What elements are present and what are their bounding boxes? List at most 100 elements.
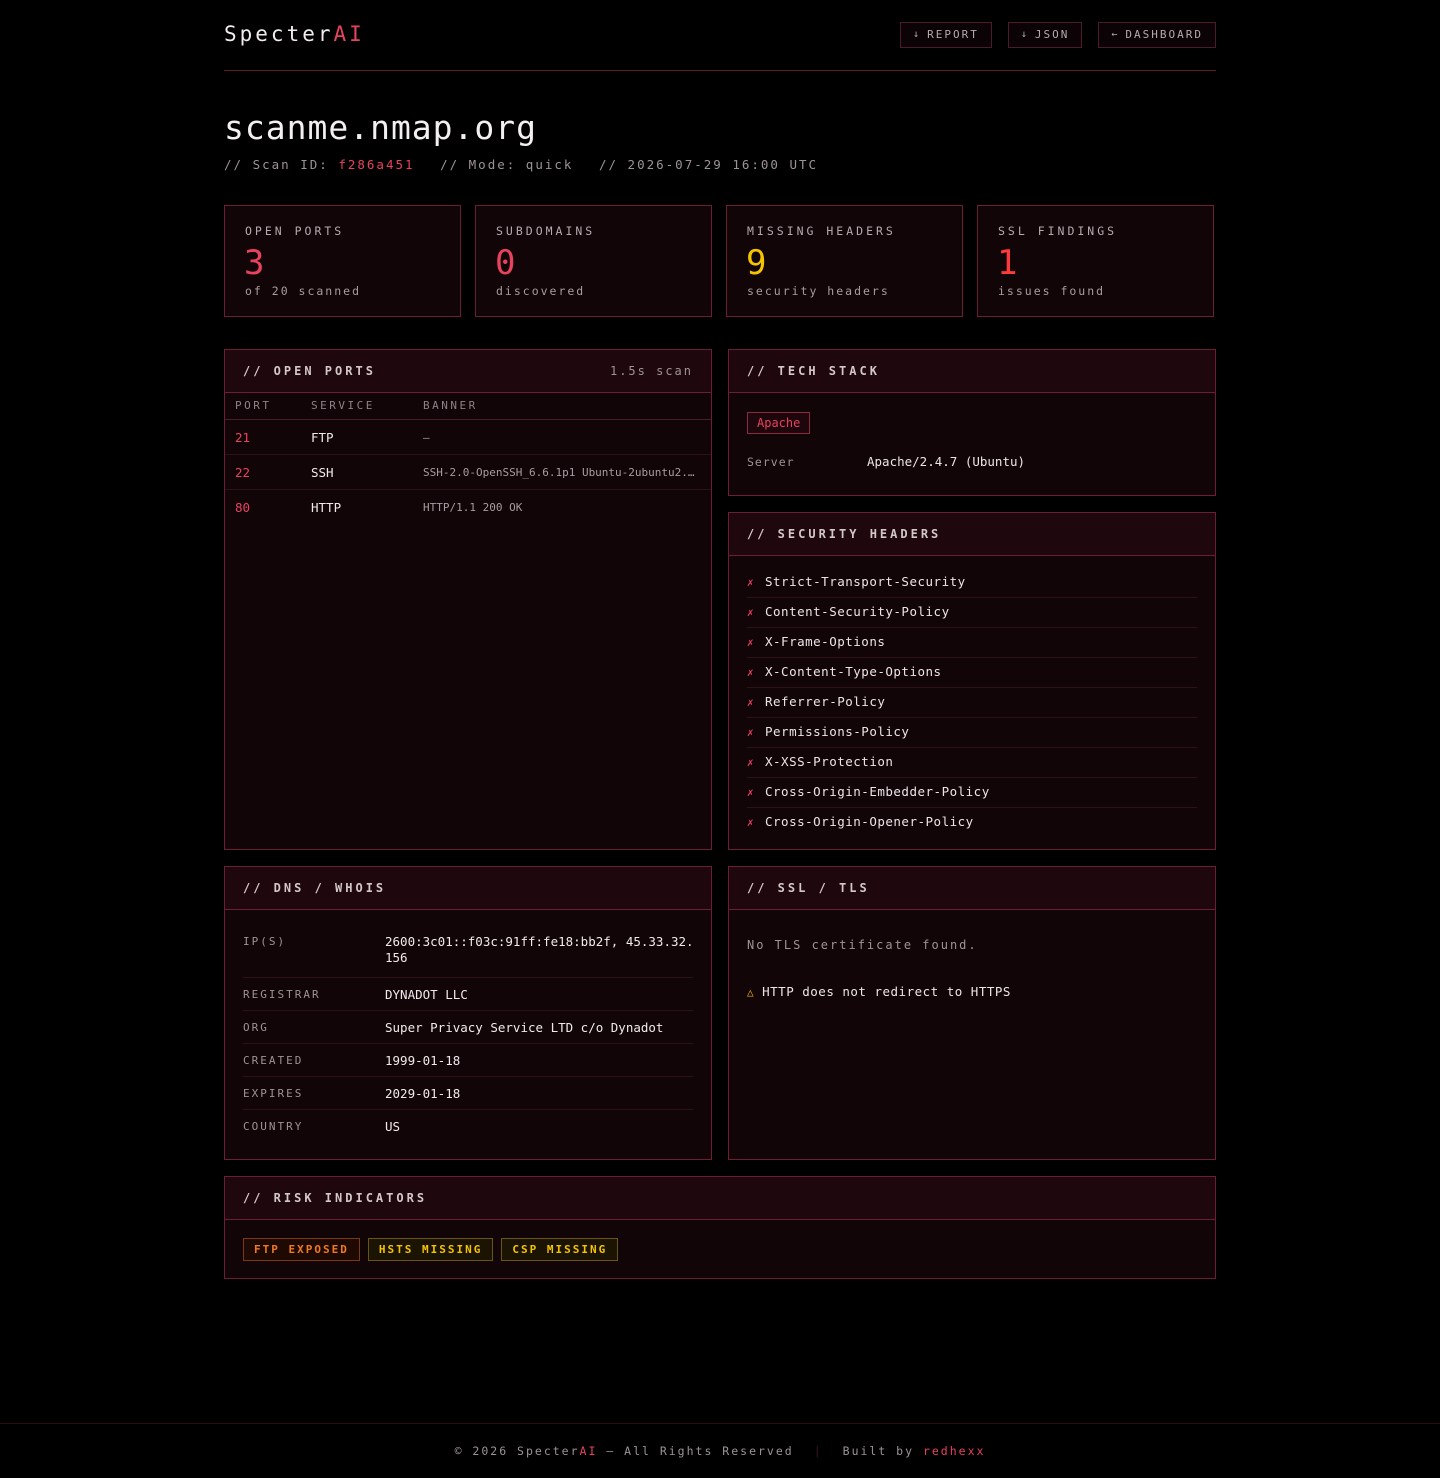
cross-icon: ✗ <box>747 696 754 709</box>
footer-accent: AI <box>579 1444 598 1458</box>
panel-header: // SECURITY HEADERS <box>729 513 1215 556</box>
port-banner: HTTP/1.1 200 OK <box>423 501 523 514</box>
ssl-warning-text: HTTP does not redirect to HTTPS <box>762 984 1011 999</box>
cross-icon: ✗ <box>747 666 754 679</box>
risk-indicators-panel: // RISK INDICATORS FTP EXPOSED HSTS MISS… <box>224 1176 1216 1279</box>
stat-subdomains: SUBDOMAINS 0 discovered <box>475 205 712 317</box>
list-item: ✗ X-Content-Type-Options <box>747 658 1197 688</box>
table-row[interactable]: 22 SSH SSH-2.0-OpenSSH_6.6.1p1 Ubuntu-2u… <box>225 455 711 490</box>
dns-row-created: CREATED 1999-01-18 <box>243 1044 693 1077</box>
dns-key: COUNTRY <box>243 1120 304 1133</box>
risk-badges: FTP EXPOSED HSTS MISSING CSP MISSING <box>243 1238 619 1261</box>
stat-label: SUBDOMAINS <box>496 224 596 238</box>
dns-row-ips: IP(S) 2600:3c01::f03c:91ff:fe18:bb2f, 45.… <box>243 922 694 978</box>
panel-title: // SSL / TLS <box>747 881 870 895</box>
panel-header: // SSL / TLS <box>729 867 1215 910</box>
port-service: SSH <box>311 465 334 480</box>
stat-value: 3 <box>244 243 265 283</box>
footer: © 2026 SpecterAI – All Rights Reserved | B… <box>0 1423 1440 1478</box>
dns-value: 1999-01-18 <box>385 1053 461 1068</box>
stat-ssl-findings: SSL FINDINGS 1 issues found <box>977 205 1214 317</box>
back-arrow-icon: ← <box>1111 29 1120 40</box>
missing-headers-list: ✗ Strict-Transport-Security ✗ Content-Secu… <box>747 568 1197 838</box>
dns-key: REGISTRAR <box>243 988 321 1001</box>
scan-id-label: // Scan ID: <box>224 157 329 172</box>
header-name: Content-Security-Policy <box>765 604 950 619</box>
dns-row-org: ORG Super Privacy Service LTD c/o Dynadot <box>243 1011 693 1044</box>
dns-value: DYNADOT LLC <box>385 987 468 1002</box>
json-button-label: JSON <box>1034 28 1070 41</box>
security-headers-panel: // SECURITY HEADERS ✗ Strict-Transport-Se… <box>728 512 1216 850</box>
column-service: SERVICE <box>311 399 375 412</box>
scan-meta: // Scan ID: f286a451 // Mode: quick // 2… <box>224 157 818 172</box>
port-banner: SSH-2.0-OpenSSH_6.6.1p1 Ubuntu-2ubuntu2.… <box>423 466 698 479</box>
panel-header: // TECH STACK <box>729 350 1215 393</box>
port-banner: – <box>423 431 430 444</box>
dns-key: ORG <box>243 1021 269 1034</box>
header-name: Strict-Transport-Security <box>765 574 966 589</box>
stat-cards: OPEN PORTS 3 of 20 scanned SUBDOMAINS 0 … <box>224 205 1216 317</box>
cross-icon: ✗ <box>747 756 754 769</box>
port-service: FTP <box>311 430 334 445</box>
list-item: ✗ Referrer-Policy <box>747 688 1197 718</box>
table-row[interactable]: 21 FTP – <box>225 420 711 455</box>
panel-title: // TECH STACK <box>747 364 880 378</box>
scan-duration: 1.5s scan <box>609 364 693 378</box>
list-item: ✗ X-Frame-Options <box>747 628 1197 658</box>
cross-icon: ✗ <box>747 606 754 619</box>
panel-title: // OPEN PORTS <box>243 364 376 378</box>
header-name: Permissions-Policy <box>765 724 910 739</box>
report-button-label: REPORT <box>927 28 979 41</box>
panel-header: // RISK INDICATORS <box>225 1177 1215 1220</box>
server-value: Apache/2.4.7 (Ubuntu) <box>867 454 1026 469</box>
stat-label: SSL FINDINGS <box>998 224 1118 238</box>
panel-header: // DNS / WHOIS <box>225 867 711 910</box>
logo-main-text: Specter <box>224 22 334 46</box>
list-item: ✗ Cross-Origin-Opener-Policy <box>747 808 1197 838</box>
footer-rights: – All Rights Reserved <box>597 1444 794 1458</box>
footer-author-link[interactable]: redhexx <box>923 1444 985 1458</box>
dns-key: EXPIRES <box>243 1087 304 1100</box>
tech-tag: Apache <box>747 412 811 434</box>
dns-value: 2029-01-18 <box>385 1086 461 1101</box>
header-name: Cross-Origin-Opener-Policy <box>765 814 974 829</box>
cross-icon: ✗ <box>747 576 754 589</box>
server-label: Server <box>747 455 795 469</box>
dns-key: IP(S) <box>243 935 287 948</box>
footer-text: © 2026 SpecterAI – All Rights Reserved | B… <box>0 1444 1440 1458</box>
list-item: ✗ Permissions-Policy <box>747 718 1197 748</box>
dashboard-button-label: DASHBOARD <box>1125 28 1203 41</box>
panel-title: // DNS / WHOIS <box>243 881 387 895</box>
list-item: ✗ X-XSS-Protection <box>747 748 1197 778</box>
scan-mode: // Mode: quick <box>440 157 574 172</box>
dns-row-country: COUNTRY US <box>243 1110 693 1143</box>
panel-title: // RISK INDICATORS <box>243 1191 428 1205</box>
cross-icon: ✗ <box>747 726 754 739</box>
header-name: X-Content-Type-Options <box>765 664 942 679</box>
dashboard-back-button[interactable]: ← DASHBOARD <box>1098 22 1216 48</box>
panel-title: // SECURITY HEADERS <box>747 527 942 541</box>
logo-accent-text: AI <box>333 22 365 46</box>
dns-value: Super Privacy Service LTD c/o Dynadot <box>385 1020 664 1035</box>
table-row[interactable]: 80 HTTP HTTP/1.1 200 OK <box>225 490 711 525</box>
logo[interactable]: SpecterAI <box>224 22 365 46</box>
report-download-button[interactable]: ↓ REPORT <box>900 22 992 48</box>
risk-badge-hsts: HSTS MISSING <box>367 1238 494 1261</box>
dns-row-expires: EXPIRES 2029-01-18 <box>243 1077 693 1110</box>
dns-value: 2600:3c01::f03c:91ff:fe18:bb2f, 45.33.32… <box>385 934 694 965</box>
dns-value: US <box>385 1119 401 1134</box>
dns-info-list: IP(S) 2600:3c01::f03c:91ff:fe18:bb2f, 45.… <box>243 922 694 1143</box>
ssl-warning: △ HTTP does not redirect to HTTPS <box>747 984 1011 999</box>
column-banner: BANNER <box>423 399 478 412</box>
page-container: SpecterAI ↓ REPORT ↓ JSON ← DASHBOARD scanm… <box>224 0 1216 1279</box>
stat-label: OPEN PORTS <box>245 224 345 238</box>
dns-key: CREATED <box>243 1054 304 1067</box>
stat-open-ports: OPEN PORTS 3 of 20 scanned <box>224 205 461 317</box>
column-port: PORT <box>235 399 272 412</box>
json-download-button[interactable]: ↓ JSON <box>1007 22 1083 48</box>
header-name: Cross-Origin-Embedder-Policy <box>765 784 990 799</box>
scan-target-title: scanme.nmap.org <box>224 108 538 147</box>
footer-copyright: © 2026 Specter <box>454 1444 580 1458</box>
dns-whois-panel: // DNS / WHOIS IP(S) 2600:3c01::f03c:91ff… <box>224 866 712 1160</box>
scan-time: // 2026-07-29 16:00 UTC <box>598 157 819 172</box>
